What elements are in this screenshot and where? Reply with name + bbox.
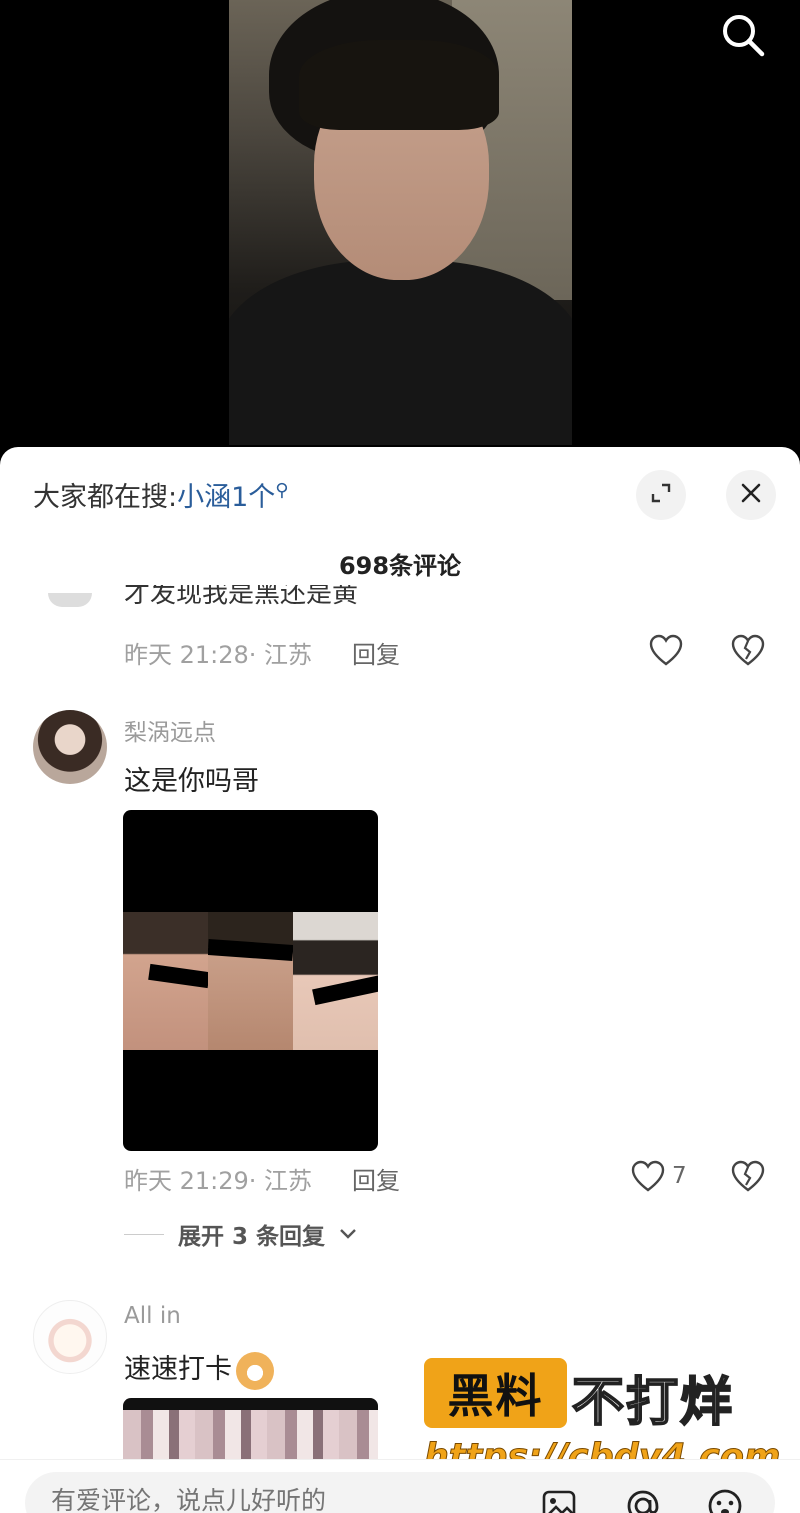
dislike-button[interactable] xyxy=(730,630,770,670)
comment-image[interactable] xyxy=(123,1398,378,1468)
comment-meta: 昨天 21:29· 江苏 xyxy=(124,1167,313,1195)
comment-text: 速速打卡 xyxy=(124,1347,274,1390)
emoji-icon[interactable] xyxy=(705,1486,745,1513)
comment-text: 才发现我是黑还是黄 xyxy=(124,585,359,607)
search-icon[interactable] xyxy=(716,8,768,60)
expand-replies-button[interactable]: 展开 3 条回复 xyxy=(124,1217,357,1251)
comment-input-bar xyxy=(0,1459,800,1513)
reply-button[interactable]: 回复 xyxy=(352,635,400,670)
trending-keyword[interactable]: 小涵1个 xyxy=(177,482,275,513)
at-icon[interactable] xyxy=(623,1486,663,1513)
comment-count: 698条评论 xyxy=(338,552,462,580)
trending-prefix: 大家都在搜: xyxy=(33,482,178,513)
comment-sheet: 大家都在搜:小涵1个⚲ 698条评论 才发现我是黑还是黄 昨天 21:28· 江… xyxy=(0,447,800,1513)
like-button[interactable] xyxy=(648,630,688,670)
comment-image[interactable] xyxy=(123,810,378,1151)
video-player[interactable] xyxy=(0,0,800,460)
divider xyxy=(124,1233,164,1235)
comment-username[interactable]: 梨涡远点 xyxy=(124,713,216,747)
heart-icon xyxy=(631,1160,665,1192)
broken-heart-icon xyxy=(731,1160,765,1192)
reply-button[interactable]: 回复 xyxy=(352,1161,400,1196)
close-button[interactable] xyxy=(726,470,776,520)
heart-icon xyxy=(649,634,683,666)
comment-text: 这是你吗哥 xyxy=(124,766,259,797)
avatar[interactable] xyxy=(33,710,107,784)
expand-replies-label: 展开 3 条回复 xyxy=(178,1224,326,1250)
image-icon[interactable] xyxy=(539,1486,579,1513)
avatar[interactable] xyxy=(33,1300,107,1374)
comment-input-pill[interactable] xyxy=(25,1472,775,1513)
avatar[interactable] xyxy=(48,593,92,607)
watermark-logo-text: 不打烊 xyxy=(571,1372,735,1434)
search-small-icon: ⚲ xyxy=(275,480,289,501)
comment-input[interactable] xyxy=(51,1486,501,1513)
video-frame xyxy=(229,0,572,445)
comment-username[interactable]: All in xyxy=(124,1303,181,1329)
like-count: 7 xyxy=(672,1163,687,1189)
watermark-logo: 黑料 xyxy=(424,1358,567,1428)
close-icon xyxy=(739,481,763,509)
like-button[interactable]: 7 xyxy=(630,1156,687,1196)
broken-heart-icon xyxy=(731,634,765,666)
chevron-down-icon xyxy=(340,1229,356,1239)
expand-button[interactable] xyxy=(636,470,686,520)
trending-search[interactable]: 大家都在搜:小涵1个⚲ xyxy=(33,475,288,514)
dog-emoji-icon xyxy=(236,1351,274,1390)
expand-icon xyxy=(649,481,673,509)
dislike-button[interactable] xyxy=(730,1156,770,1196)
comment-meta: 昨天 21:28· 江苏 xyxy=(124,641,313,669)
